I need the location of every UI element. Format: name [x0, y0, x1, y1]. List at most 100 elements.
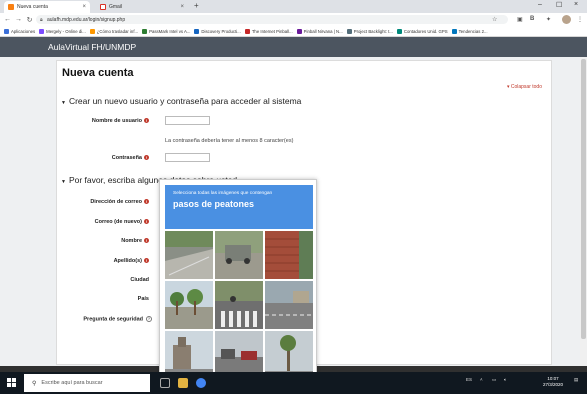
- extension-puzzle-icon[interactable]: ✦: [546, 16, 551, 23]
- bookmark-item[interactable]: Aplicaciones: [4, 28, 35, 34]
- city-label: Ciudad: [130, 277, 149, 283]
- bookmark-item[interactable]: The Internet Pinball...: [244, 28, 293, 34]
- bookmarks-bar: Aplicaciones Mergely - Online di... ¿Cóm…: [0, 26, 587, 37]
- captcha-tile-1[interactable]: [165, 231, 213, 279]
- captcha-instructions: Selecciona todas las imágenes que conten…: [165, 185, 313, 229]
- page-scrollbar-thumb[interactable]: [581, 59, 586, 339]
- bookmark-item[interactable]: Project Backlight: t...: [346, 28, 393, 34]
- address-url: aulafh.mdp.edu.ar/login/signup.php: [47, 16, 126, 23]
- bookmark-favicon-icon: [244, 28, 250, 34]
- tray-chevron-icon[interactable]: ˄: [480, 377, 483, 382]
- bookmark-item[interactable]: PassMark Intel vs A...: [142, 28, 190, 34]
- required-icon: !: [144, 118, 149, 124]
- crosswalk-image: [215, 281, 263, 329]
- browser-tabstrip: Nueva cuenta × Gmail × + – ☐ ×: [0, 0, 587, 13]
- security-question-label: Pregunta de seguridad?: [83, 316, 152, 323]
- notifications-icon[interactable]: ▤: [574, 377, 578, 383]
- expand-triangle-icon: ▼: [61, 100, 66, 106]
- forward-icon[interactable]: →: [13, 16, 24, 23]
- captcha-tile-3[interactable]: [265, 231, 313, 279]
- bookmark-item[interactable]: Tendencias 2...: [451, 28, 488, 34]
- tab-label: Nueva cuenta: [17, 4, 48, 10]
- email-label: Dirección de correo!: [90, 199, 149, 205]
- captcha-tile-6[interactable]: [265, 281, 313, 329]
- file-explorer-icon[interactable]: [178, 378, 188, 388]
- windows-taskbar: ⚲ Escribe aquí para buscar ES ˄ ▭ 🔈︎ 10:…: [0, 372, 587, 394]
- taskbar-search-box[interactable]: ⚲ Escribe aquí para buscar: [24, 374, 150, 392]
- road-intersection-image: [265, 281, 313, 329]
- brick-wall-image: [265, 231, 313, 279]
- bookmark-star-icon[interactable]: ☆: [492, 16, 497, 23]
- maximize-icon[interactable]: ☐: [556, 1, 562, 9]
- close-window-icon[interactable]: ×: [574, 1, 578, 8]
- required-icon: !: [144, 199, 149, 205]
- bookmark-favicon-icon: [39, 28, 45, 34]
- street-corner-image: [165, 231, 213, 279]
- bookmark-item[interactable]: ¿Cómo trasladar inf...: [89, 28, 138, 34]
- bookmark-favicon-icon: [396, 28, 402, 34]
- bookmark-favicon-icon: [89, 28, 95, 34]
- captcha-tile-4[interactable]: [165, 281, 213, 329]
- required-icon: !: [144, 258, 149, 264]
- apps-icon: [4, 28, 9, 34]
- site-title[interactable]: AulaVirtual FH/UNMDP: [48, 42, 136, 52]
- required-icon: !: [144, 238, 149, 244]
- minimize-icon[interactable]: –: [538, 1, 542, 8]
- search-icon: ⚲: [32, 380, 37, 387]
- page-title: Nueva cuenta: [62, 67, 134, 79]
- lastname-label: Apellido(s)!: [113, 258, 149, 264]
- language-indicator[interactable]: ES: [466, 377, 472, 382]
- captcha-target-text: pasos de peatones: [173, 199, 255, 209]
- password-input[interactable]: [165, 153, 210, 162]
- bookmark-favicon-icon: [346, 28, 352, 34]
- bookmark-item[interactable]: Discovery Producti...: [194, 28, 241, 34]
- network-icon[interactable]: ▭: [492, 377, 496, 383]
- extension-icon[interactable]: ▣: [517, 16, 523, 23]
- required-icon: !: [144, 155, 149, 161]
- moodle-favicon-icon: [8, 4, 14, 10]
- firstname-label: Nombre!: [121, 238, 149, 244]
- bookmark-favicon-icon: [296, 28, 302, 34]
- back-icon[interactable]: ←: [2, 16, 13, 23]
- profile-avatar[interactable]: [562, 15, 571, 24]
- new-tab-icon[interactable]: +: [194, 1, 199, 10]
- taskbar-clock[interactable]: 10:07 27/3/2020: [543, 376, 563, 388]
- gmail-favicon-icon: [100, 4, 106, 10]
- blurred-street-image: [215, 231, 263, 279]
- site-header: AulaVirtual FH/UNMDP: [0, 37, 587, 57]
- help-icon[interactable]: ?: [146, 316, 152, 322]
- menu-icon[interactable]: ⋮: [577, 16, 583, 23]
- password-hint: La contraseña debería tener al menos 8 c…: [165, 138, 294, 144]
- bookmark-item[interactable]: Mergely - Online di...: [39, 28, 86, 34]
- collapse-all-link[interactable]: ▾ Colapsar todo: [507, 84, 542, 90]
- plaza-with-palms-image: [165, 281, 213, 329]
- captcha-tile-2[interactable]: [215, 231, 263, 279]
- taskbar-search-placeholder: Escribe aquí para buscar: [41, 380, 103, 386]
- tab-nueva-cuenta[interactable]: Nueva cuenta ×: [4, 1, 90, 13]
- bookmark-item[interactable]: Contadores Unid. GPS: [396, 28, 448, 34]
- expand-triangle-icon: ▼: [61, 179, 66, 185]
- required-icon: !: [144, 219, 149, 225]
- browser-navbar: ← → ↻ 🔒︎ aulafh.mdp.edu.ar/login/signup.…: [0, 13, 587, 26]
- tab-label: Gmail: [109, 4, 123, 10]
- lock-icon: 🔒︎: [40, 16, 43, 23]
- captcha-instruction-text: Selecciona todas las imágenes que conten…: [173, 191, 273, 196]
- section-account-header[interactable]: ▼ Crear un nuevo usuario y contraseña par…: [61, 96, 301, 106]
- bookmark-favicon-icon: [142, 28, 148, 34]
- close-tab-icon[interactable]: ×: [82, 4, 86, 10]
- username-input[interactable]: [165, 116, 210, 125]
- task-view-icon[interactable]: [160, 378, 170, 388]
- close-tab-icon[interactable]: ×: [180, 4, 184, 10]
- tab-gmail[interactable]: Gmail ×: [96, 1, 188, 13]
- chrome-taskbar-icon[interactable]: [196, 378, 206, 388]
- windows-start-icon[interactable]: [7, 378, 16, 387]
- captcha-tile-5[interactable]: [215, 281, 263, 329]
- volume-icon[interactable]: 🔈︎: [504, 377, 507, 382]
- extension-b-icon[interactable]: B: [530, 16, 534, 22]
- reload-icon[interactable]: ↻: [24, 16, 35, 24]
- clock-date: 27/3/2020: [543, 382, 564, 387]
- country-label: País: [137, 296, 149, 302]
- email-again-label: Correo (de nuevo)!: [94, 219, 149, 225]
- bookmark-item[interactable]: Pinball Nirvana | N...: [296, 28, 343, 34]
- address-bar[interactable]: 🔒︎ aulafh.mdp.edu.ar/login/signup.php: [36, 15, 508, 24]
